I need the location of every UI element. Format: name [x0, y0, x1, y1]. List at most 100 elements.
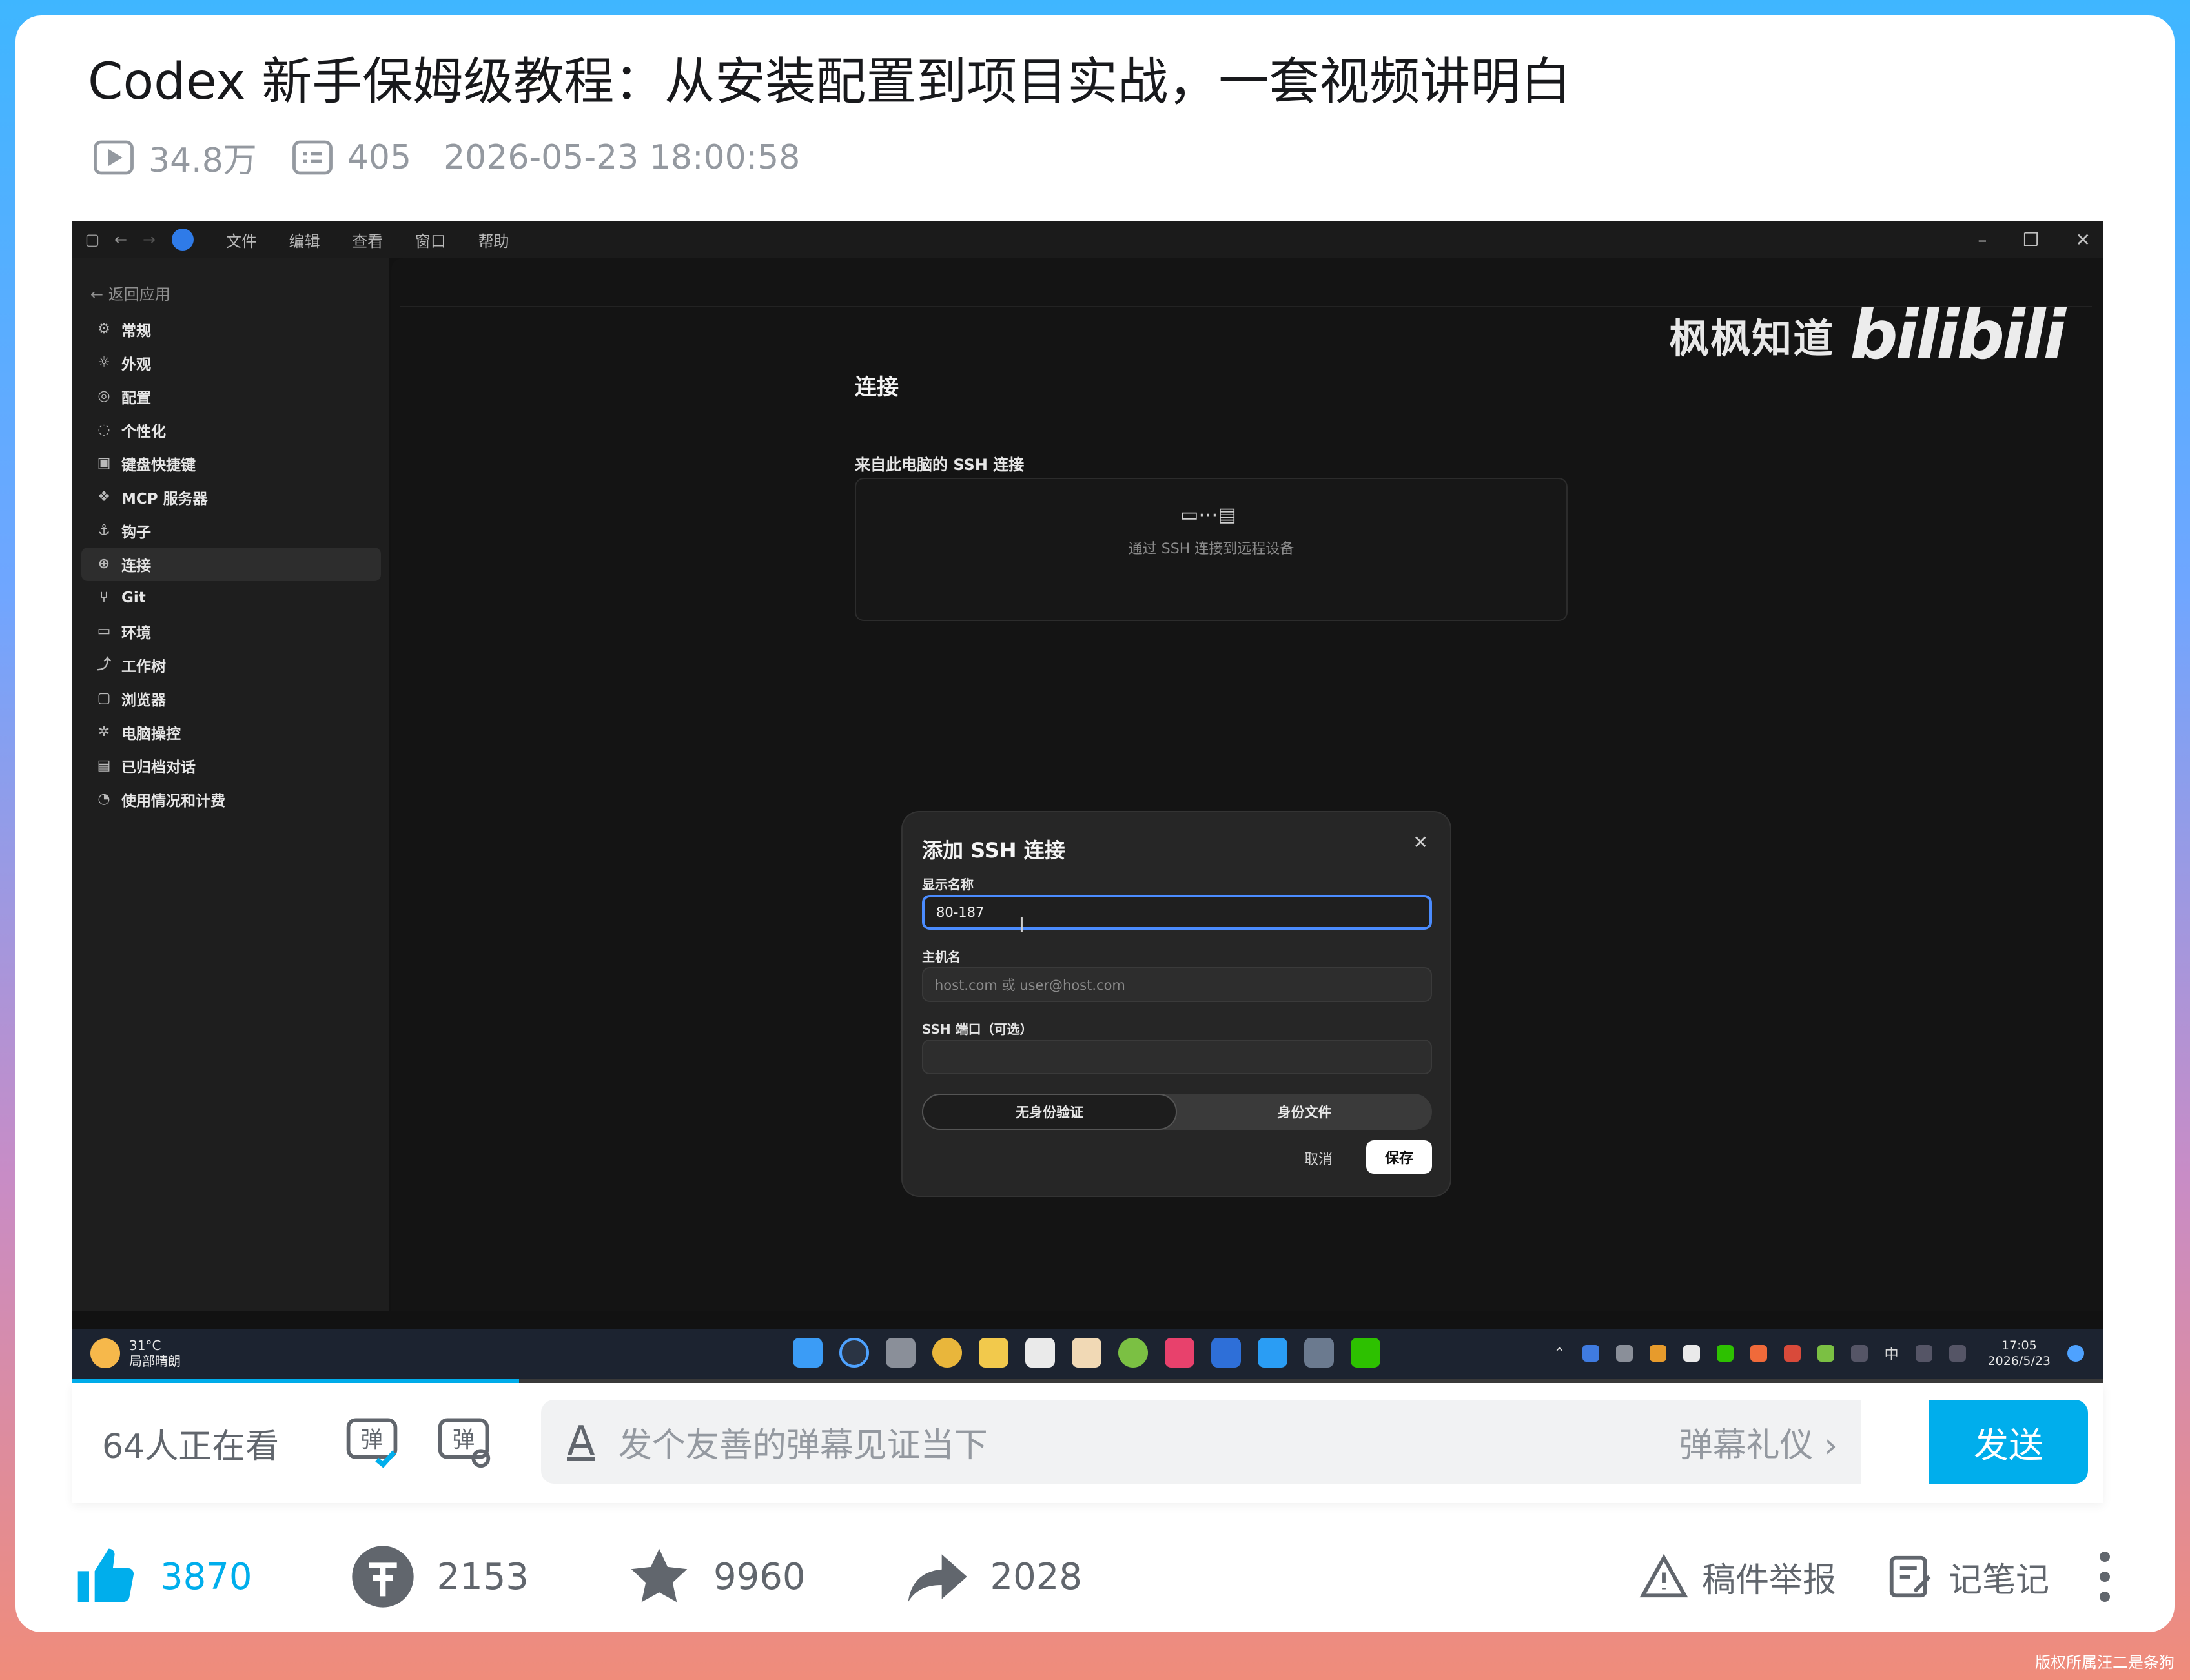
- chevron-up-icon[interactable]: ⌃: [1553, 1346, 1565, 1362]
- app-icon[interactable]: [1258, 1338, 1287, 1368]
- menu-help[interactable]: 帮助: [478, 232, 509, 251]
- menu-window[interactable]: 窗口: [415, 232, 446, 251]
- back-arrow-icon[interactable]: ←: [112, 231, 129, 248]
- sidebar-item-label: 键盘快捷键: [121, 457, 196, 474]
- video-player[interactable]: ▢ ← → 文件 编辑 查看 窗口 帮助 – ❐ ✕ ← 返回应用 ⚙ 常规 ☼ 外…: [72, 221, 2103, 1383]
- sidebar-item-connections[interactable]: ⊕ 连接: [81, 548, 381, 581]
- taskbar-clock[interactable]: 17:05 2026/5/23: [1988, 1338, 2051, 1369]
- sidebar-item-keyboard[interactable]: ▣ 键盘快捷键: [81, 447, 381, 480]
- coin-button[interactable]: 2153: [349, 1543, 529, 1610]
- tray-icon[interactable]: [1817, 1345, 1834, 1362]
- display-name-field[interactable]: 80-187: [922, 895, 1432, 930]
- sidebar-item-archived[interactable]: ▤ 已归档对话: [81, 749, 381, 783]
- search-icon[interactable]: [839, 1338, 869, 1368]
- connections-title: 连接: [855, 374, 899, 400]
- volume-icon[interactable]: [1949, 1345, 1966, 1362]
- auth-none-option[interactable]: 无身份验证: [922, 1094, 1177, 1130]
- weather-widget[interactable]: 31°C 局部晴朗: [90, 1338, 181, 1369]
- chrome-icon[interactable]: [932, 1338, 962, 1368]
- report-button[interactable]: 稿件举报: [1639, 1552, 1836, 1602]
- restore-icon[interactable]: ❐: [2023, 229, 2039, 251]
- task-view-icon[interactable]: [886, 1338, 916, 1368]
- minimize-icon[interactable]: –: [1978, 229, 1987, 251]
- danmaku-settings-icon[interactable]: 弹: [434, 1410, 493, 1470]
- publish-time: 2026-05-23 18:00:58: [444, 138, 801, 177]
- clock-date: 2026/5/23: [1987, 1354, 2051, 1368]
- more-options-icon[interactable]: [2098, 1552, 2111, 1602]
- codex-icon[interactable]: [1211, 1338, 1241, 1368]
- video-watermark: 枫枫知道 bilibili: [1669, 296, 2066, 374]
- menu-file[interactable]: 文件: [226, 232, 257, 251]
- terminal-icon[interactable]: [1025, 1338, 1055, 1368]
- share-count: 2028: [990, 1555, 1083, 1598]
- ssh-empty-text: 通过 SSH 连接到远程设备: [1128, 541, 1295, 557]
- ssh-empty-state[interactable]: ▭⋯▤ 通过 SSH 连接到远程设备: [855, 478, 1568, 621]
- app-icon[interactable]: [1165, 1338, 1194, 1368]
- video-meta: 34.8万 405 2026-05-23 18:00:58: [90, 133, 800, 181]
- back-to-app[interactable]: ← 返回应用: [90, 282, 170, 304]
- host-field[interactable]: host.com 或 user@host.com: [922, 967, 1432, 1002]
- auth-segmented-control: 无身份验证 身份文件: [922, 1094, 1432, 1130]
- network-icon[interactable]: [1915, 1345, 1932, 1362]
- tray-icon[interactable]: [1783, 1345, 1801, 1362]
- save-button[interactable]: 保存: [1366, 1140, 1432, 1174]
- tray-icon[interactable]: [1582, 1345, 1599, 1362]
- sidebar-item-label: 常规: [121, 323, 151, 340]
- forward-arrow-icon[interactable]: →: [141, 231, 158, 248]
- menu-view[interactable]: 查看: [352, 232, 383, 251]
- like-button[interactable]: 3870: [72, 1543, 252, 1610]
- sidebar-item-environment[interactable]: ▭ 环境: [81, 615, 381, 648]
- tray-icon[interactable]: [1750, 1345, 1767, 1362]
- danmaku-input[interactable]: A 发个友善的弹幕见证当下 弹幕礼仪 ›: [541, 1400, 1861, 1484]
- favorite-button[interactable]: 9960: [626, 1543, 806, 1610]
- sidebar-toggle-icon[interactable]: ▢: [84, 231, 101, 248]
- auth-identity-file-option[interactable]: 身份文件: [1177, 1094, 1432, 1130]
- tray-icon[interactable]: [1683, 1345, 1700, 1362]
- file-explorer-icon[interactable]: [979, 1338, 1008, 1368]
- sidebar-item-general[interactable]: ⚙ 常规: [81, 312, 381, 346]
- tray-icon[interactable]: [1716, 1345, 1734, 1362]
- personalize-icon: ◌: [97, 422, 110, 438]
- close-window-icon[interactable]: ✕: [2076, 229, 2091, 251]
- sidebar-item-config[interactable]: ◎ 配置: [81, 380, 381, 413]
- archive-icon: ▤: [97, 757, 111, 773]
- sidebar-item-browser[interactable]: ▢ 浏览器: [81, 682, 381, 715]
- menu-edit[interactable]: 编辑: [289, 232, 320, 251]
- window-controls: – ❐ ✕: [1941, 221, 2091, 258]
- sidebar-item-worktree[interactable]: ⤴ 工作树: [81, 648, 381, 682]
- sidebar-item-usage[interactable]: ◔ 使用情况和计费: [81, 783, 381, 816]
- app-icon[interactable]: [1304, 1338, 1334, 1368]
- sidebar-item-label: 外观: [121, 356, 151, 373]
- mcp-icon: ❖: [97, 489, 110, 505]
- sidebar-item-personalize[interactable]: ◌ 个性化: [81, 413, 381, 447]
- start-icon[interactable]: [793, 1338, 823, 1368]
- cancel-button[interactable]: 取消: [1304, 1148, 1333, 1169]
- sidebar-item-computer-use[interactable]: ✲ 电脑操控: [81, 715, 381, 749]
- sidebar-item-label: 使用情况和计费: [121, 793, 225, 810]
- app-titlebar: ▢ ← → 文件 编辑 查看 窗口 帮助 – ❐ ✕: [72, 221, 2103, 258]
- notification-bell-icon[interactable]: [2067, 1345, 2084, 1362]
- tray-icon[interactable]: [1615, 1345, 1633, 1362]
- font-style-icon[interactable]: A: [567, 1418, 595, 1466]
- send-button[interactable]: 发送: [1929, 1400, 2088, 1484]
- share-button[interactable]: 2028: [903, 1543, 1083, 1610]
- video-actions: 3870 2153 9960 2028: [72, 1531, 1179, 1622]
- warning-icon: [1639, 1553, 1688, 1598]
- etiquette-label: 弹幕礼仪: [1679, 1426, 1814, 1465]
- note-button[interactable]: 记笔记: [1885, 1552, 2049, 1602]
- close-icon[interactable]: ✕: [1413, 832, 1428, 853]
- microphone-icon[interactable]: [1850, 1345, 1868, 1362]
- sidebar-item-git[interactable]: ⑂ Git: [81, 581, 381, 615]
- app-icon[interactable]: [1072, 1338, 1101, 1368]
- danmaku-toggle-icon[interactable]: 弹: [342, 1410, 402, 1470]
- wechat-icon[interactable]: [1351, 1338, 1380, 1368]
- danmaku-etiquette-link[interactable]: 弹幕礼仪 ›: [1679, 1418, 1837, 1466]
- port-field[interactable]: [922, 1040, 1432, 1074]
- sidebar-item-mcp[interactable]: ❖ MCP 服务器: [81, 480, 381, 514]
- sidebar-item-hooks[interactable]: ⚓ 钩子: [81, 514, 381, 548]
- ime-indicator[interactable]: 中: [1885, 1343, 1899, 1364]
- tray-icon[interactable]: [1649, 1345, 1666, 1362]
- app-icon[interactable]: [1118, 1338, 1148, 1368]
- sidebar-item-appearance[interactable]: ☼ 外观: [81, 346, 381, 380]
- favorite-count: 9960: [713, 1555, 806, 1598]
